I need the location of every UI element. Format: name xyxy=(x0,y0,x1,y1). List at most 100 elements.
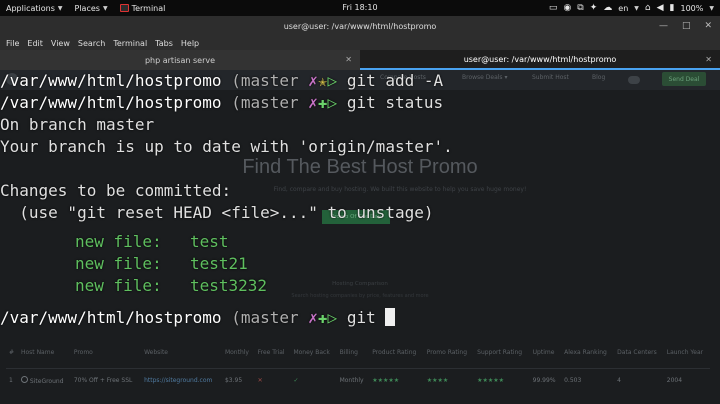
new-file-label: new file: xyxy=(75,254,162,273)
command-input[interactable]: git xyxy=(347,308,386,327)
chevron-down-icon: ▼ xyxy=(634,4,639,12)
send-deal-button[interactable]: Send Deal xyxy=(662,72,706,86)
terminal-line-command: /var/www/html/hostpromo (master ✗✭▷ git … xyxy=(0,70,443,92)
command-text: git status xyxy=(346,93,444,112)
table-cell: 2004 xyxy=(666,376,683,384)
chat-icon[interactable]: ◉ xyxy=(563,3,571,13)
keyboard-layout[interactable]: en xyxy=(618,4,628,13)
terminal-output-line: Changes to be committed: xyxy=(0,181,232,200)
column-header[interactable]: Money Back xyxy=(290,338,337,369)
terminal-output-line: Your branch is up to date with 'origin/m… xyxy=(0,137,453,156)
prompt-arrow-icon: ▷ xyxy=(327,71,338,90)
column-header[interactable]: Support Rating xyxy=(474,338,530,369)
column-header[interactable]: Launch Year xyxy=(663,338,710,369)
command-text: git add -A xyxy=(346,71,444,90)
menu-file[interactable]: File xyxy=(2,39,23,48)
column-header[interactable]: # xyxy=(6,338,18,369)
prompt-path: /var/www/html/hostpromo xyxy=(0,71,222,90)
terminal-prompt-line[interactable]: /var/www/html/hostpromo (master ✗✚▷ git xyxy=(0,307,396,329)
tab-label: user@user: /var/www/html/hostpromo xyxy=(463,54,617,64)
terminal-line-command: /var/www/html/hostpromo (master ✗✚▷ git … xyxy=(0,92,443,114)
applications-label: Applications xyxy=(6,3,55,13)
column-header[interactable]: Host Name xyxy=(18,338,71,369)
window-title-bar[interactable]: user@user: /var/www/html/hostpromo — □ ✕ xyxy=(0,16,720,36)
battery-label: 100% xyxy=(680,3,704,13)
table-header-row: # Host Name Promo Website Monthly Free T… xyxy=(6,338,710,369)
file-name: test xyxy=(190,232,229,251)
column-header[interactable]: Promo Rating xyxy=(423,338,475,369)
wifi-icon[interactable]: ⧉ xyxy=(577,3,583,13)
battery-icon[interactable]: ▮ xyxy=(670,3,675,13)
active-app-label: Terminal xyxy=(131,3,166,13)
close-icon[interactable]: ✕ xyxy=(704,21,712,31)
column-header[interactable]: Data Centers xyxy=(614,338,664,369)
prompt-branch: (master xyxy=(231,71,309,90)
maximize-icon[interactable]: □ xyxy=(682,21,691,31)
hero-subtitle: Find, compare and buy hosting. We built … xyxy=(273,186,527,193)
nav-link-deals[interactable]: Browse Deals ▾ xyxy=(462,74,507,81)
close-icon[interactable]: ✕ xyxy=(705,55,712,64)
prompt-path: /var/www/html/hostpromo xyxy=(0,308,222,327)
plus-icon: ✚ xyxy=(317,93,328,112)
prompt-branch: (master xyxy=(231,93,309,112)
table-cell: ★★★★ xyxy=(426,376,449,384)
applications-menu[interactable]: Applications ▼ xyxy=(0,0,69,16)
minimize-icon[interactable]: — xyxy=(659,21,668,31)
star-icon: ✭ xyxy=(317,71,328,90)
menu-bar: File Edit View Search Terminal Tabs Help xyxy=(0,36,720,50)
new-file-label: new file: xyxy=(75,232,162,251)
column-header[interactable]: Website xyxy=(141,338,222,369)
dropbox-icon[interactable]: ✦ xyxy=(590,3,598,13)
column-header[interactable]: Product Rating xyxy=(369,338,424,369)
hero-title: Find The Best Host Promo xyxy=(242,156,478,178)
menu-tabs[interactable]: Tabs xyxy=(151,39,177,48)
cloud-icon[interactable]: ☁ xyxy=(603,3,612,13)
clock-label[interactable]: Fri 18:10 xyxy=(342,3,377,12)
places-menu[interactable]: Places ▼ xyxy=(69,0,114,16)
network-icon[interactable]: ⌂ xyxy=(645,3,651,13)
column-header[interactable]: Free Trial xyxy=(254,338,291,369)
menu-search[interactable]: Search xyxy=(74,39,109,48)
table-cell: ✓ xyxy=(293,376,299,384)
hosting-comparison-table: # Host Name Promo Website Monthly Free T… xyxy=(6,338,710,392)
menu-terminal[interactable]: Terminal xyxy=(109,39,151,48)
tab-hostpromo[interactable]: user@user: /var/www/html/hostpromo ✕ xyxy=(360,50,720,70)
theme-toggle[interactable] xyxy=(628,76,640,84)
menu-view[interactable]: View xyxy=(47,39,74,48)
prompt-arrow-icon: ▷ xyxy=(327,93,338,112)
active-app-menu[interactable]: Terminal xyxy=(114,0,172,16)
terminal-output-line: (use "git reset HEAD <file>..." to unsta… xyxy=(0,203,434,222)
column-header[interactable]: Promo xyxy=(70,338,142,369)
menu-edit[interactable]: Edit xyxy=(23,39,47,48)
screen-icon[interactable]: ▭ xyxy=(549,3,558,13)
column-header[interactable]: Alexa Ranking xyxy=(561,338,615,369)
file-name: test3232 xyxy=(190,276,268,295)
new-file-label: new file: xyxy=(75,276,162,295)
table-cell: $3.95 xyxy=(224,376,243,384)
column-header[interactable]: Uptime xyxy=(529,338,562,369)
plus-icon: ✚ xyxy=(317,308,328,327)
tab-php-artisan-serve[interactable]: php artisan serve ✕ xyxy=(0,50,360,70)
prompt-path: /var/www/html/hostpromo xyxy=(0,93,222,112)
file-name: test21 xyxy=(190,254,248,273)
nav-link-submit[interactable]: Submit Host xyxy=(532,74,569,81)
table-cell: SiteGround xyxy=(18,368,71,392)
text-cursor xyxy=(385,308,396,326)
table-row[interactable]: 1 SiteGround 70% Off + Free SSL https://… xyxy=(6,368,710,392)
section-title: Hosting Comparison xyxy=(332,281,388,287)
table-cell: 1 xyxy=(9,376,13,384)
chevron-down-icon: ▼ xyxy=(709,4,714,12)
terminal-icon xyxy=(119,4,129,12)
column-header[interactable]: Monthly xyxy=(221,338,255,369)
menu-help[interactable]: Help xyxy=(177,39,203,48)
column-header[interactable]: Billing xyxy=(336,338,370,369)
dirty-icon: ✗ xyxy=(308,308,318,327)
window-title: user@user: /var/www/html/hostpromo xyxy=(283,22,437,31)
close-icon[interactable]: ✕ xyxy=(345,55,352,64)
nav-link-blog[interactable]: Blog xyxy=(592,74,605,81)
gnome-top-bar: Applications ▼ Places ▼ Terminal Fri 18:… xyxy=(0,0,720,16)
volume-icon[interactable]: ◀ xyxy=(657,3,664,13)
prompt-arrow-icon: ▷ xyxy=(327,308,338,327)
website-link[interactable]: https://siteground.com xyxy=(141,368,222,392)
section-subtitle: Search hosting companies by price, featu… xyxy=(291,293,429,299)
